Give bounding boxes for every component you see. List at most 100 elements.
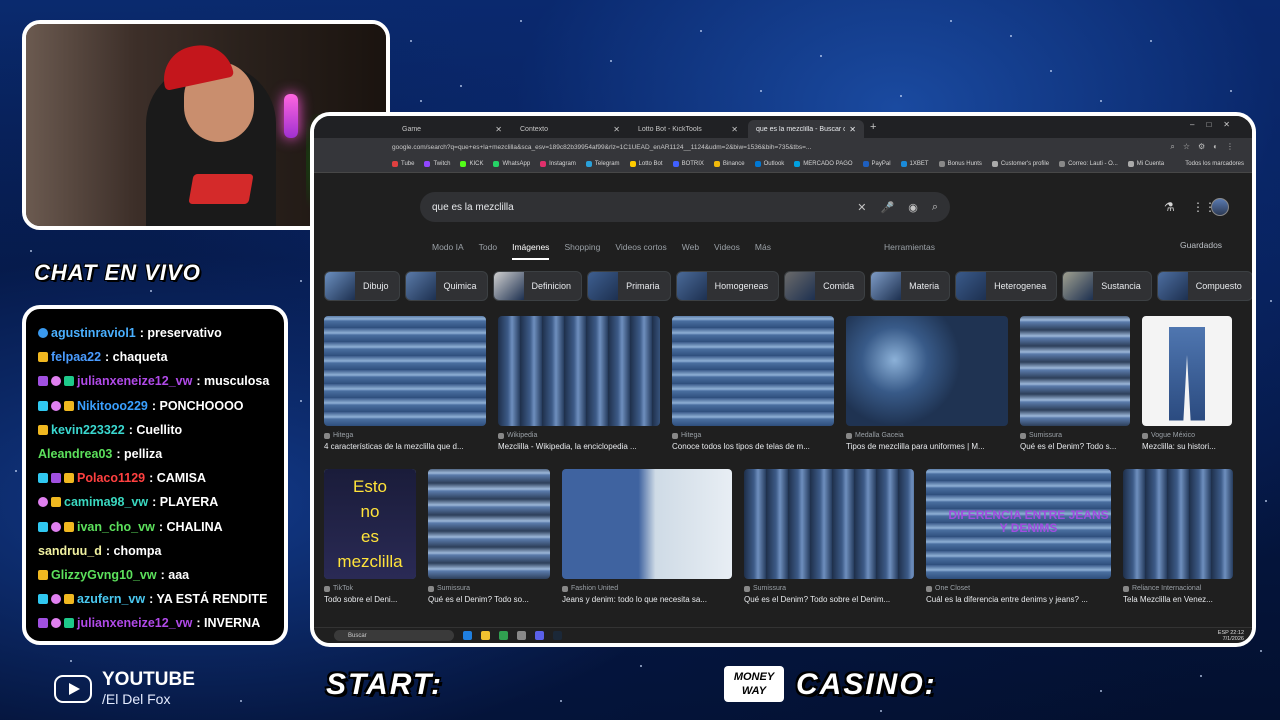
refine-chip[interactable]: Dibujo	[324, 271, 400, 301]
bookmark-item[interactable]: WhatsApp	[493, 161, 530, 167]
chat-username[interactable]: ivan_cho_vw	[77, 520, 155, 534]
image-result[interactable]: Sumissura Qué es el Denim? Todo s...	[1020, 316, 1130, 451]
bookmark-item[interactable]: Customer's profile	[991, 161, 1049, 167]
search-box[interactable]: que es la mezclilla ✕ 🎤 ◉ ⌕	[420, 192, 950, 222]
toolbar-icons[interactable]: ⌕☆⚙◐⋮	[1170, 142, 1242, 152]
avatar[interactable]	[1211, 198, 1229, 216]
chat-panel[interactable]: agustinraviol1: preservativo felpaa22: ch…	[22, 305, 288, 645]
image-result[interactable]: Fashion United Jeans y denim: todo lo que…	[562, 469, 732, 604]
result-caption[interactable]: Mezclilla - Wikipedia, la enciclopedia .…	[498, 442, 660, 451]
bookmark-item[interactable]: Lotto Bot	[629, 161, 663, 167]
result-image[interactable]	[324, 316, 486, 426]
image-result[interactable]: Medalla Gaceia Tipos de mezclilla para un…	[846, 316, 1008, 451]
bookmark-item[interactable]: Mi Cuenta	[1127, 161, 1164, 167]
chat-username[interactable]: agustinraviol1	[51, 326, 136, 340]
chat-username[interactable]: kevin223322	[51, 423, 125, 437]
result-caption[interactable]: Cuál es la diferencia entre denims y jea…	[926, 595, 1111, 604]
result-caption[interactable]: Tipos de mezclilla para uniformes | M...	[846, 442, 1008, 451]
result-image[interactable]: DIFERENCIA ENTRE JEANS Y DENIMS	[926, 469, 1111, 579]
chrome-icon[interactable]	[499, 631, 508, 640]
clear-icon[interactable]: ✕	[857, 201, 866, 214]
refine-chip[interactable]: Definicion	[492, 271, 583, 301]
nav-tab[interactable]: Videos cortos	[615, 242, 666, 260]
refine-chip[interactable]: Comida	[784, 271, 866, 301]
result-image[interactable]	[428, 469, 550, 579]
result-caption[interactable]: Conoce todos los tipos de telas de m...	[672, 442, 834, 451]
bookmark-item[interactable]: BOTRIX	[672, 161, 704, 167]
bookmark-item[interactable]: Correo: Lauti - O...	[1059, 161, 1118, 167]
browser-tab[interactable]: Contexto ✕	[512, 120, 628, 138]
result-image[interactable]	[1123, 469, 1233, 579]
image-result[interactable]: Sumissura Qué es el Denim? Todo so...	[428, 469, 550, 604]
close-tab-icon[interactable]: ✕	[849, 125, 856, 134]
edge-icon[interactable]	[463, 631, 472, 640]
search-query[interactable]: que es la mezclilla	[432, 202, 843, 213]
chat-username[interactable]: Nikitooo229	[77, 399, 148, 413]
image-result[interactable]: Reliance Internacional Tela Mezclilla en …	[1123, 469, 1233, 604]
nav-tab[interactable]: Shopping	[564, 242, 600, 260]
result-image[interactable]	[1142, 316, 1232, 426]
nav-tab[interactable]: Web	[682, 242, 699, 260]
bookmark-item[interactable]: Instagram	[540, 161, 576, 167]
settings-icon[interactable]	[517, 631, 526, 640]
result-caption[interactable]: 4 características de la mezclilla que d.…	[324, 442, 486, 451]
refine-chip[interactable]: Compuesto	[1156, 271, 1252, 301]
folder-icon[interactable]	[481, 631, 490, 640]
taskbar-search[interactable]: Buscar	[334, 630, 454, 641]
steam-icon[interactable]	[553, 631, 562, 640]
result-caption[interactable]: Todo sobre el Deni...	[324, 595, 416, 604]
window-controls[interactable]: –□✕	[1190, 120, 1242, 129]
result-image[interactable]	[498, 316, 660, 426]
image-result[interactable]: Sumissura Qué es el Denim? Todo sobre el …	[744, 469, 914, 604]
bookmark-item[interactable]: 1XBET	[900, 161, 929, 167]
chat-username[interactable]: camima98_vw	[64, 495, 148, 509]
result-image[interactable]: Esto no es mezclilla	[324, 469, 416, 579]
chat-username[interactable]: sandruu_d	[38, 544, 102, 558]
chat-username[interactable]: felpaa22	[51, 350, 101, 364]
chat-username[interactable]: Aleandrea03	[38, 447, 112, 461]
new-tab-icon[interactable]: +	[870, 121, 876, 133]
bookmark-item[interactable]: Binance	[713, 161, 745, 167]
tools-menu[interactable]: Herramientas	[884, 242, 935, 252]
bookmark-item[interactable]: PayPal	[862, 161, 891, 167]
bookmark-item[interactable]: Telegram	[585, 161, 620, 167]
browser-tab[interactable]: Lotto Bot - KickTools ✕	[630, 120, 746, 138]
result-caption[interactable]: Qué es el Denim? Todo sobre el Denim...	[744, 595, 914, 604]
chat-username[interactable]: julianxeneize12_vw	[77, 374, 192, 388]
nav-tab[interactable]: Videos	[714, 242, 740, 260]
browser-tab[interactable]: que es la mezclilla - Buscar co ✕	[748, 120, 864, 138]
result-image[interactable]	[672, 316, 834, 426]
result-image[interactable]	[562, 469, 732, 579]
mic-icon[interactable]: 🎤	[881, 201, 895, 214]
chat-username[interactable]: azufern_vw	[77, 592, 145, 606]
nav-tab[interactable]: Todo	[479, 242, 497, 260]
browser-window[interactable]: Game ✕ Contexto ✕ Lotto Bot - KickTools ✕ que …	[310, 112, 1256, 647]
image-result[interactable]: Hitega 4 características de la mezclilla …	[324, 316, 486, 451]
discord-icon[interactable]	[535, 631, 544, 640]
result-caption[interactable]: Qué es el Denim? Todo so...	[428, 595, 550, 604]
result-caption[interactable]: Tela Mezclilla en Venez...	[1123, 595, 1233, 604]
address-bar[interactable]: google.com/search?q=que+es+la+mezclilla&…	[314, 138, 1252, 156]
labs-icon[interactable]: ⚗	[1164, 200, 1175, 214]
nav-tab[interactable]: Imágenes	[512, 242, 550, 260]
refine-chip[interactable]: Quimica	[404, 271, 488, 301]
url-text[interactable]: google.com/search?q=que+es+la+mezclilla&…	[392, 144, 1132, 151]
refine-chip[interactable]: Primaria	[587, 271, 671, 301]
refine-chip[interactable]: Heterogenea	[955, 271, 1058, 301]
result-caption[interactable]: Mezclilla: su histori...	[1142, 442, 1232, 451]
search-icon[interactable]: ⌕	[932, 201, 938, 214]
result-caption[interactable]: Qué es el Denim? Todo s...	[1020, 442, 1130, 451]
saved-link[interactable]: Guardados	[1180, 240, 1222, 250]
image-result[interactable]: Hitega Conoce todos los tipos de telas de…	[672, 316, 834, 451]
chat-username[interactable]: julianxeneize12_vw	[77, 616, 192, 630]
result-image[interactable]	[846, 316, 1008, 426]
result-image[interactable]	[1020, 316, 1130, 426]
close-tab-icon[interactable]: ✕	[495, 125, 502, 134]
bookmark-item[interactable]: Bonus Hunts	[938, 161, 982, 167]
close-tab-icon[interactable]: ✕	[731, 125, 738, 134]
result-image[interactable]	[744, 469, 914, 579]
all-bookmarks[interactable]: Todos los marcadores	[1185, 161, 1244, 167]
nav-tab[interactable]: Modo IA	[432, 242, 464, 260]
image-result[interactable]: DIFERENCIA ENTRE JEANS Y DENIMS One Close…	[926, 469, 1111, 604]
close-tab-icon[interactable]: ✕	[613, 125, 620, 134]
